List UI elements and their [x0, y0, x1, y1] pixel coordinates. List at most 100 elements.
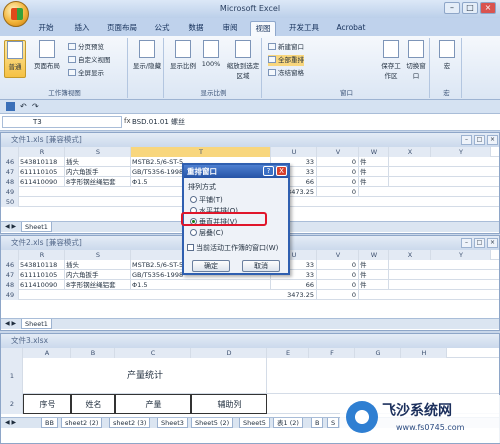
- col-header[interactable]: X: [389, 147, 431, 157]
- sheet-tab[interactable]: 表1 (2): [273, 418, 303, 428]
- cell[interactable]: 内六角扳手: [65, 167, 131, 177]
- cell[interactable]: 0: [317, 167, 359, 177]
- col-header[interactable]: C: [115, 348, 191, 358]
- tab-review[interactable]: 审阅: [218, 21, 242, 36]
- cell[interactable]: 0: [317, 270, 359, 280]
- cell[interactable]: 插头: [65, 157, 131, 167]
- cell[interactable]: 0: [317, 187, 359, 197]
- formula-input[interactable]: BSD.01.01 螺丝: [132, 117, 185, 127]
- cell[interactable]: 姓名: [71, 394, 115, 414]
- zoom-100-button[interactable]: 100%: [200, 40, 222, 78]
- tab-developer[interactable]: 开发工具: [284, 21, 324, 36]
- cell[interactable]: 辅助列: [191, 394, 267, 414]
- tab-data[interactable]: 数据: [184, 21, 208, 36]
- row-number[interactable]: 2: [1, 394, 23, 414]
- tab-acrobat[interactable]: Acrobat: [334, 21, 368, 36]
- window-1-minimize[interactable]: –: [461, 135, 472, 145]
- cell[interactable]: 611110105: [19, 167, 65, 177]
- tab-view[interactable]: 视图: [250, 21, 276, 36]
- tab-home[interactable]: 开始: [34, 21, 58, 36]
- tiled-radio[interactable]: 平铺(T): [190, 195, 223, 205]
- office-button[interactable]: [3, 1, 29, 27]
- sheet-nav-icon[interactable]: ◀ ▶: [5, 320, 16, 327]
- sheet-tab[interactable]: Sheet5: [239, 418, 270, 428]
- col-header[interactable]: A: [23, 348, 71, 358]
- corner-cell[interactable]: [1, 147, 19, 157]
- cancel-button[interactable]: 取消: [242, 260, 280, 272]
- col-header[interactable]: Y: [431, 147, 491, 157]
- row-number[interactable]: 48: [1, 280, 19, 290]
- custom-views-button[interactable]: 自定义视图: [68, 55, 111, 66]
- col-header[interactable]: D: [191, 348, 267, 358]
- zoom-button[interactable]: 显示比例: [168, 40, 198, 78]
- col-header[interactable]: W: [359, 147, 389, 157]
- sheet-tab[interactable]: sheet2 (3): [109, 418, 151, 428]
- col-header[interactable]: G: [355, 348, 401, 358]
- row-number[interactable]: 46: [1, 260, 19, 270]
- cell[interactable]: Φ1.5: [131, 280, 271, 290]
- window-2-minimize[interactable]: –: [461, 238, 472, 248]
- show-hide-button[interactable]: 显示/隐藏: [132, 40, 162, 78]
- col-header[interactable]: R: [19, 250, 65, 260]
- col-header[interactable]: F: [309, 348, 355, 358]
- redo-icon[interactable]: ↷: [32, 102, 39, 111]
- col-header[interactable]: B: [71, 348, 115, 358]
- new-window-button[interactable]: 新建窗口: [268, 42, 304, 53]
- col-header[interactable]: V: [317, 250, 359, 260]
- cell[interactable]: 0: [317, 177, 359, 187]
- col-header[interactable]: E: [267, 348, 309, 358]
- cell[interactable]: 序号: [23, 394, 71, 414]
- freeze-panes-button[interactable]: 冻结窗格: [268, 68, 304, 79]
- row-number[interactable]: 46: [1, 157, 19, 167]
- tab-insert[interactable]: 插入: [70, 21, 94, 36]
- cell[interactable]: 件: [359, 280, 389, 290]
- col-header[interactable]: W: [359, 250, 389, 260]
- cell[interactable]: 611410090: [19, 280, 65, 290]
- cell[interactable]: 66: [271, 280, 317, 290]
- col-header[interactable]: X: [389, 250, 431, 260]
- arrange-all-button[interactable]: 全部重排: [268, 55, 304, 66]
- sheet-tab[interactable]: sheet2 (2): [61, 418, 103, 428]
- sheet-tab[interactable]: Sheet5 (2): [191, 418, 234, 428]
- cell[interactable]: 0: [317, 157, 359, 167]
- window-2-close[interactable]: ×: [487, 238, 498, 248]
- cascade-radio[interactable]: 层叠(C): [190, 228, 223, 238]
- row-number[interactable]: 50: [1, 197, 19, 207]
- cell[interactable]: 产量: [115, 394, 191, 414]
- cell[interactable]: 件: [359, 270, 389, 280]
- maximize-button[interactable]: □: [462, 2, 478, 14]
- cell[interactable]: 611110105: [19, 270, 65, 280]
- sheet-nav-icon[interactable]: ◀ ▶: [5, 419, 16, 426]
- row-number[interactable]: 49: [1, 290, 19, 300]
- corner-cell[interactable]: [1, 348, 23, 358]
- sheet-tab[interactable]: Sheet1: [21, 222, 52, 232]
- tab-formulas[interactable]: 公式: [150, 21, 174, 36]
- col-header[interactable]: V: [317, 147, 359, 157]
- close-button[interactable]: ×: [480, 2, 496, 14]
- cell[interactable]: 8字形钢丝绳铝套: [65, 280, 131, 290]
- cell[interactable]: 插头: [65, 260, 131, 270]
- cell[interactable]: 543810118: [19, 157, 65, 167]
- fx-icon[interactable]: fx: [124, 117, 131, 125]
- normal-view-button[interactable]: 普通: [4, 40, 26, 78]
- cell[interactable]: 0: [317, 260, 359, 270]
- undo-icon[interactable]: ↶: [20, 102, 27, 111]
- save-workspace-button[interactable]: 保存工作区: [380, 40, 402, 80]
- cell[interactable]: 3473.25: [271, 290, 317, 300]
- col-header[interactable]: S: [65, 147, 131, 157]
- save-icon[interactable]: [6, 102, 15, 111]
- window-2-maximize[interactable]: □: [474, 238, 485, 248]
- full-screen-button[interactable]: 全屏显示: [68, 68, 104, 79]
- row-number[interactable]: 49: [1, 187, 19, 197]
- cell[interactable]: 8字形钢丝绳铝套: [65, 177, 131, 187]
- col-header[interactable]: Y: [431, 250, 491, 260]
- cell[interactable]: 543810118: [19, 260, 65, 270]
- sheet-tab[interactable]: Sheet3: [157, 418, 188, 428]
- name-box[interactable]: T3: [2, 116, 122, 128]
- ok-button[interactable]: 确定: [192, 260, 230, 272]
- row-number[interactable]: 47: [1, 167, 19, 177]
- cell[interactable]: 件: [359, 260, 389, 270]
- page-layout-view-button[interactable]: 页面布局: [30, 40, 64, 78]
- cell[interactable]: 0: [317, 290, 359, 300]
- macros-button[interactable]: 宏: [436, 40, 458, 78]
